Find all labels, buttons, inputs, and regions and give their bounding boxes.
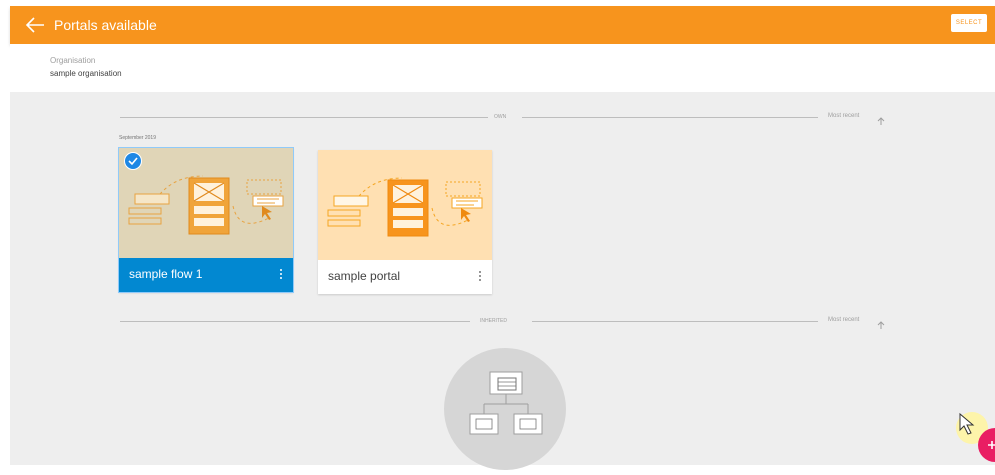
- inherited-divider-right: [532, 321, 818, 322]
- inherited-divider-left: [120, 321, 470, 322]
- own-divider-left: [120, 117, 488, 118]
- page-title: Portals available: [54, 17, 157, 33]
- organisation-label: Organisation: [50, 56, 96, 65]
- portals-content: OWN Most recent September 2019 sample fl…: [10, 92, 995, 470]
- organisation-section: Organisation sample organisation: [10, 44, 995, 92]
- card-thumbnail: [119, 148, 293, 258]
- inherited-sort-label[interactable]: Most recent: [828, 317, 859, 323]
- flow-illustration: [128, 175, 284, 235]
- arrow-up-icon[interactable]: [877, 316, 885, 329]
- own-section-label: OWN: [494, 114, 507, 120]
- select-button[interactable]: SELECT: [951, 14, 987, 32]
- check-circle-icon[interactable]: [124, 152, 142, 170]
- app-bar: Portals available SELECT: [10, 6, 995, 44]
- more-vert-icon[interactable]: [476, 269, 484, 283]
- own-sort-label[interactable]: Most recent: [828, 113, 859, 119]
- arrow-up-icon[interactable]: [877, 112, 885, 125]
- group-date: September 2019: [119, 135, 156, 141]
- card-thumbnail: [318, 150, 492, 260]
- more-vert-icon[interactable]: [277, 267, 285, 281]
- card-title: sample flow 1: [129, 267, 203, 281]
- organisation-name: sample organisation: [50, 69, 122, 78]
- add-portal-fab-button[interactable]: [978, 428, 995, 462]
- own-divider-right: [522, 117, 818, 118]
- portal-card-sample-flow-1[interactable]: sample flow 1: [118, 147, 294, 293]
- card-footer: sample flow 1: [119, 258, 293, 292]
- portal-illustration: [327, 177, 483, 237]
- back-arrow-icon[interactable]: [24, 15, 46, 35]
- inherited-section-label: INHERITED: [480, 318, 507, 324]
- portal-card-sample-portal[interactable]: sample portal: [318, 150, 492, 294]
- empty-state-illustration: [444, 348, 566, 470]
- plus-icon: [988, 441, 995, 449]
- card-title: sample portal: [328, 269, 401, 283]
- hierarchy-icon: [469, 371, 543, 435]
- card-footer: sample portal: [318, 260, 492, 294]
